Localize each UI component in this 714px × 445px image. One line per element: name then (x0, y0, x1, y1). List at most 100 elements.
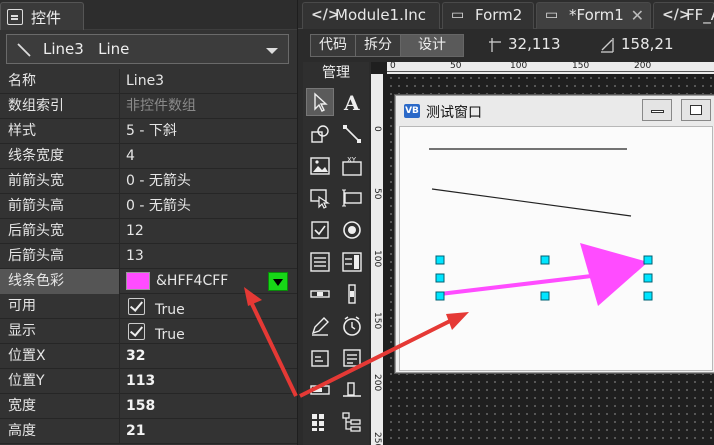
prop-row-style[interactable]: 样式 5 - 下斜 (0, 119, 297, 144)
document-tab-bar: </> Module1.Inc ▭ Form2 ▭ *Form1 ✕ </> F… (298, 0, 714, 29)
tab-label: Module1.Inc (335, 6, 427, 24)
form-client-area[interactable] (399, 126, 713, 371)
label-tool-icon[interactable]: A (338, 88, 366, 116)
chart-tool-icon[interactable]: XY (338, 152, 366, 180)
prop-value[interactable]: 158 (126, 394, 155, 419)
panel-tab-bar: 控件 (0, 0, 297, 30)
combobox-tool-icon[interactable] (338, 248, 366, 276)
prop-value[interactable]: 21 (126, 419, 145, 444)
prop-row-visible[interactable]: 显示 True (0, 319, 297, 344)
position-readout: 32,113 (508, 35, 561, 53)
prop-row-back-arrow-width[interactable]: 后箭头宽 12 (0, 219, 297, 244)
prop-value[interactable]: 4 (126, 144, 135, 169)
prop-key: 前箭头宽 (0, 169, 120, 194)
prop-value[interactable]: 12 (126, 219, 144, 244)
minimize-button[interactable] (642, 99, 672, 121)
color-dropdown-button[interactable] (268, 272, 288, 291)
prop-value[interactable]: 非控件数组 (126, 94, 196, 119)
pen-tool-icon[interactable] (306, 312, 334, 340)
treeview-tool-icon[interactable] (338, 408, 366, 436)
properties-panel: 控件 Line3 Line 名称 Line3 数组索引 非控件数组 样式 5 -… (0, 0, 297, 445)
split-view-button[interactable]: 拆分 (355, 34, 401, 57)
design-view-button[interactable]: 设计 (400, 34, 464, 57)
shape-tool-icon[interactable] (306, 120, 334, 148)
checkbox-tool-icon[interactable] (306, 216, 334, 244)
prop-key: 后箭头高 (0, 244, 120, 269)
controls-icon (7, 9, 23, 25)
tab-form2[interactable]: ▭ Form2 (442, 2, 534, 29)
radio-tool-icon[interactable] (338, 216, 366, 244)
close-icon[interactable]: ✕ (631, 3, 644, 28)
property-grid: 名称 Line3 数组索引 非控件数组 样式 5 - 下斜 线条宽度 4 前箭头… (0, 69, 297, 444)
hscroll-tool-icon[interactable] (306, 280, 334, 308)
prop-value[interactable]: 0 - 无箭头 (126, 169, 191, 194)
tab-ff-a[interactable]: </> FF_A (653, 2, 714, 29)
listbox-tool-icon[interactable] (306, 248, 334, 276)
tab-form1[interactable]: ▭ *Form1 ✕ (536, 2, 651, 29)
prop-value[interactable]: &HFF4CFF (156, 269, 228, 294)
prop-key: 线条宽度 (0, 144, 120, 169)
maximize-button[interactable] (681, 99, 711, 121)
prop-row-array-index[interactable]: 数组索引 非控件数组 (0, 94, 297, 119)
ruler-label: 100 (372, 250, 382, 268)
prop-row-back-arrow-height[interactable]: 后箭头高 13 (0, 244, 297, 269)
prop-key: 线条色彩 (0, 269, 120, 294)
prop-row-enabled[interactable]: 可用 True (0, 294, 297, 319)
prop-row-line-width[interactable]: 线条宽度 4 (0, 144, 297, 169)
prop-row-front-arrow-height[interactable]: 前箭头高 0 - 无箭头 (0, 194, 297, 219)
controls-tab[interactable]: 控件 (0, 2, 84, 30)
progress-tool-icon[interactable] (306, 376, 334, 404)
prop-value[interactable]: 0 - 无箭头 (126, 194, 191, 219)
prop-value[interactable]: 113 (126, 369, 155, 394)
position-icon (489, 38, 501, 52)
ruler-label: 0 (372, 126, 382, 132)
code-view-button[interactable]: 代码 (310, 34, 356, 57)
color-swatch[interactable] (126, 272, 150, 290)
prop-value[interactable]: 5 - 下斜 (126, 119, 177, 144)
frame-tool-icon[interactable] (306, 344, 334, 372)
tab-label: Form2 (475, 6, 523, 24)
prop-value[interactable]: 13 (126, 244, 144, 269)
form-window[interactable]: VB 测试窗口 (395, 95, 714, 373)
button-tool-icon[interactable] (306, 184, 334, 212)
design-canvas[interactable]: 0 50 100 150 200 0 50 100 150 200 250 VB… (371, 62, 714, 445)
visible-checkbox[interactable] (128, 323, 145, 340)
prop-row-pos-x[interactable]: 位置X 32 (0, 344, 297, 369)
size-readout: 158,21 (621, 35, 674, 53)
prop-key: 数组索引 (0, 94, 120, 119)
vertical-ruler: 0 50 100 150 200 250 (371, 74, 383, 445)
designer-area: </> Module1.Inc ▭ Form2 ▭ *Form1 ✕ </> F… (297, 0, 714, 445)
prop-value[interactable]: 32 (126, 344, 145, 369)
prop-row-front-arrow-width[interactable]: 前箭头宽 0 - 无箭头 (0, 169, 297, 194)
timer-tool-icon[interactable] (338, 312, 366, 340)
horizontal-ruler: 0 50 100 150 200 (387, 62, 714, 74)
prop-row-name[interactable]: 名称 Line3 (0, 69, 297, 94)
ruler-label: 0 (390, 62, 396, 71)
prop-key: 高度 (0, 419, 120, 444)
textbox-tool-icon[interactable] (338, 184, 366, 212)
prop-key: 名称 (0, 69, 120, 94)
designer-toolbar: 代码 拆分 设计 32,113 158,21 (298, 29, 714, 61)
prop-row-width[interactable]: 宽度 158 (0, 394, 297, 419)
chevron-down-icon[interactable] (266, 48, 278, 54)
line-tool-icon[interactable] (338, 120, 366, 148)
slider-tool-icon[interactable] (338, 376, 366, 404)
document-tool-icon[interactable] (338, 344, 366, 372)
form-icon: ▭ (451, 7, 465, 23)
ruler-label: 150 (372, 312, 382, 330)
prop-value[interactable]: Line3 (126, 69, 164, 94)
prop-key: 后箭头宽 (0, 219, 120, 244)
picture-tool-icon[interactable] (306, 152, 334, 180)
vscroll-tool-icon[interactable] (338, 280, 366, 308)
form-title-bar[interactable]: VB 测试窗口 (396, 96, 714, 126)
tab-module1[interactable]: </> Module1.Inc (302, 2, 440, 29)
pointer-tool-icon[interactable] (306, 88, 334, 116)
tab-label: *Form1 (569, 6, 624, 24)
object-selector-dropdown[interactable]: Line3 Line (6, 34, 289, 64)
grid-tool-icon[interactable] (306, 408, 334, 436)
prop-row-line-color[interactable]: 线条色彩 &HFF4CFF (0, 269, 297, 294)
prop-key: 位置X (0, 344, 120, 369)
prop-row-pos-y[interactable]: 位置Y 113 (0, 369, 297, 394)
prop-row-height[interactable]: 高度 21 (0, 419, 297, 444)
enabled-checkbox[interactable] (128, 298, 145, 315)
